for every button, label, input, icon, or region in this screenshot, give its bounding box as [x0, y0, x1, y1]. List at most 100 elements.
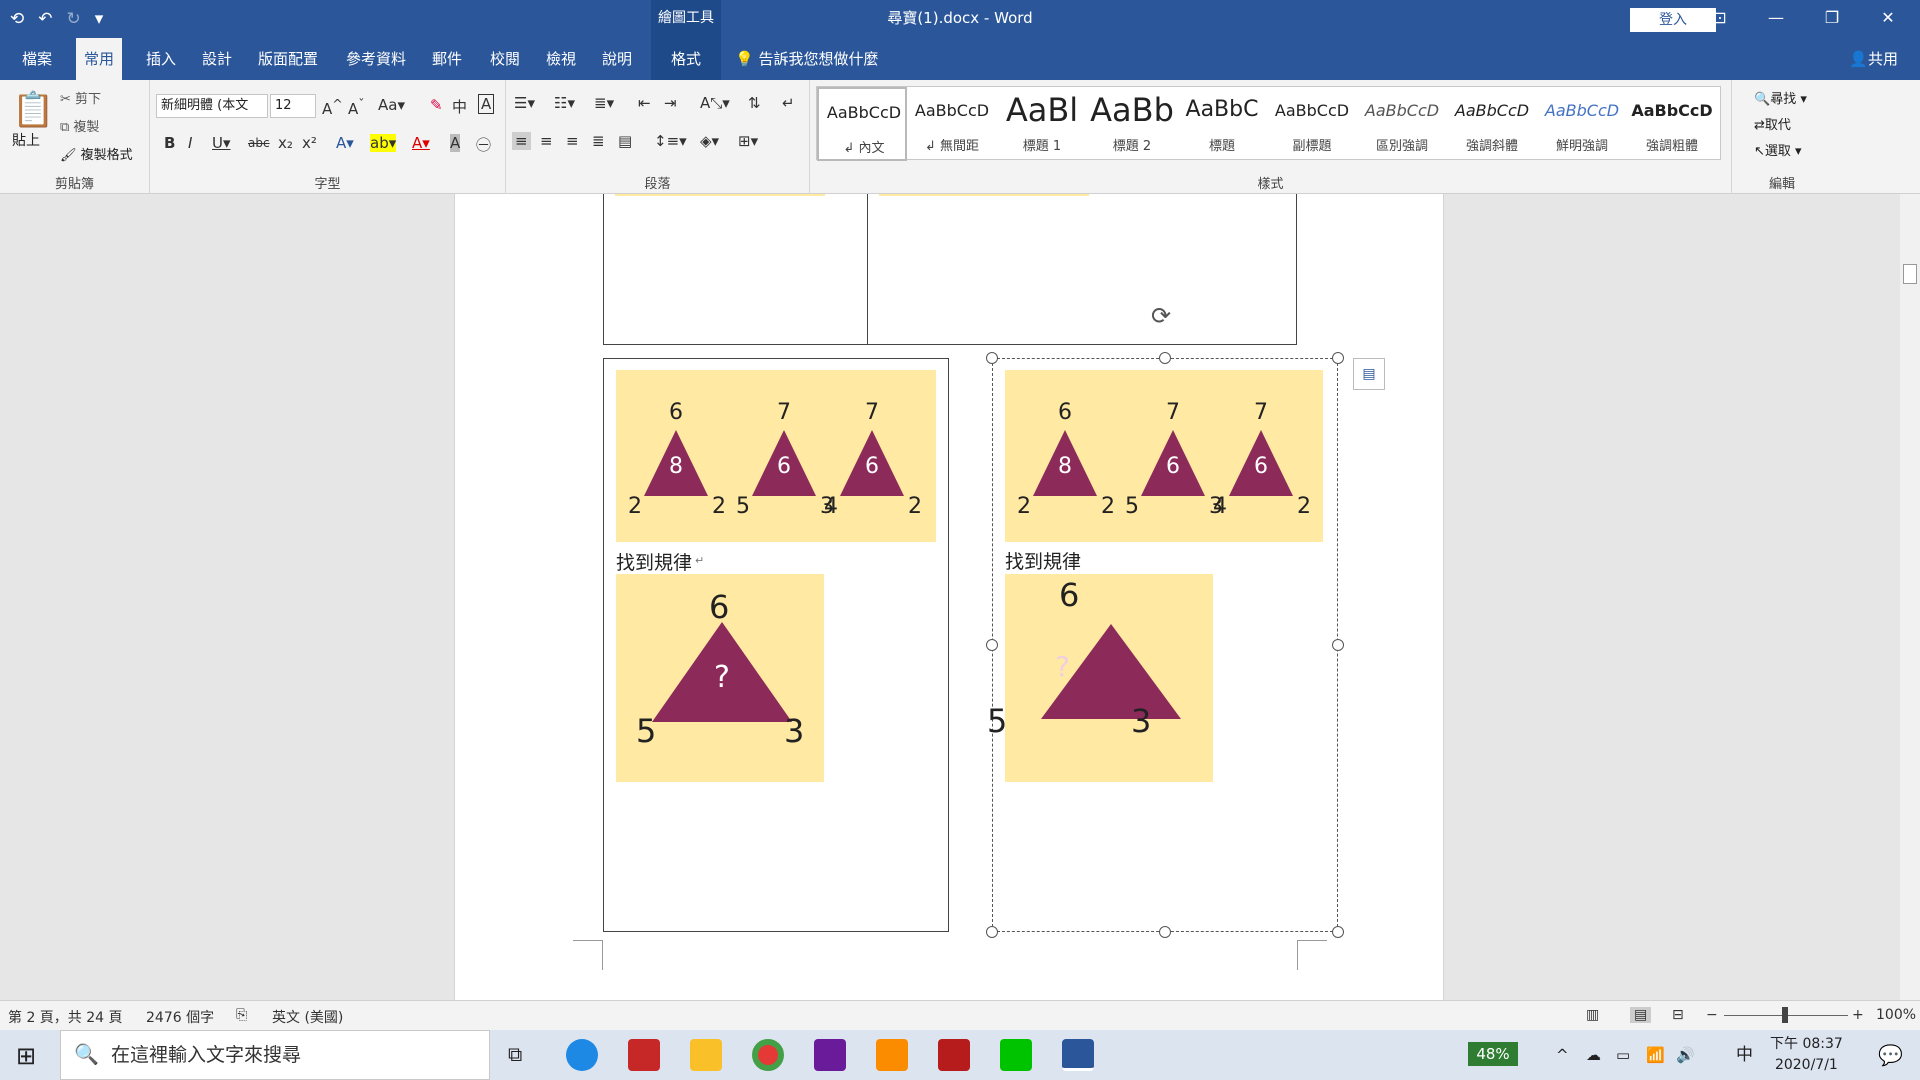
document-page[interactable]: 6 8 2 2 7 6 5 3 7 6 4 2 找到規律 ↵ 6 ? 5 3 6 8 2 2 7 6 5 3 7 6 4 2…: [454, 194, 1444, 1000]
change-case-icon[interactable]: Aa▾: [378, 96, 405, 114]
highlight-icon[interactable]: ab▾: [370, 134, 397, 152]
subscript-icon[interactable]: x₂: [278, 134, 293, 152]
resize-handle[interactable]: [986, 639, 998, 651]
resize-handle[interactable]: [1332, 352, 1344, 364]
paste-icon[interactable]: 📋: [12, 90, 54, 130]
battery-icon[interactable]: ▭: [1616, 1030, 1630, 1080]
clock[interactable]: 下午 08:37 2020/7/1: [1770, 1034, 1843, 1076]
style-heading2[interactable]: AaBb 標題 2: [1087, 87, 1177, 161]
resize-handle[interactable]: [986, 926, 998, 938]
resize-handle[interactable]: [1159, 352, 1171, 364]
align-right-icon[interactable]: ≡: [566, 132, 579, 150]
resize-handle[interactable]: [1332, 926, 1344, 938]
format-painter-button[interactable]: 🖌 複製格式: [60, 144, 133, 163]
tab-insert[interactable]: 插入: [138, 38, 184, 80]
underline-icon[interactable]: U▾: [212, 134, 231, 152]
superscript-icon[interactable]: x²: [302, 134, 317, 152]
strikethrough-icon[interactable]: abc: [248, 136, 270, 150]
zoom-out-icon[interactable]: −: [1706, 1007, 1718, 1023]
align-left-icon[interactable]: ≡: [512, 132, 531, 150]
style-normal[interactable]: AaBbCcD ↲ 內文: [817, 87, 907, 161]
zoom-in-icon[interactable]: +: [1852, 1007, 1864, 1023]
zoom-level[interactable]: 100%: [1876, 1007, 1916, 1023]
numbering-icon[interactable]: ☷▾: [554, 94, 575, 112]
sort-icon[interactable]: ⇅: [748, 94, 761, 112]
font-size-select[interactable]: 12: [270, 94, 316, 118]
font-color-icon[interactable]: A▾: [412, 134, 430, 152]
ribbon-display-icon[interactable]: ⊡: [1692, 0, 1748, 38]
phonetic-guide-icon[interactable]: 中: [452, 96, 467, 117]
tab-review[interactable]: 校閱: [482, 38, 528, 80]
enclose-characters-icon[interactable]: ㊀: [476, 134, 491, 155]
line-spacing-icon[interactable]: ↕≡▾: [654, 132, 687, 150]
text-effects-icon[interactable]: A▾: [336, 134, 354, 152]
select-button[interactable]: ↖選取 ▾: [1754, 140, 1802, 159]
document-canvas[interactable]: 6 8 2 2 7 6 5 3 7 6 4 2 找到規律 ↵ 6 ? 5 3 6 8 2 2 7 6 5 3 7 6 4 2…: [0, 194, 1900, 1000]
shading-icon[interactable]: ◈▾: [700, 132, 719, 150]
style-subtle-emphasis[interactable]: AaBbCcD 區別強調: [1357, 87, 1447, 161]
bullets-icon[interactable]: ☰▾: [514, 94, 535, 112]
zoom-slider-thumb[interactable]: [1782, 1007, 1788, 1023]
proofing-icon[interactable]: ⎘: [236, 1007, 247, 1023]
clear-format-icon[interactable]: ✎: [430, 96, 443, 114]
style-no-spacing[interactable]: AaBbCcD ↲ 無間距: [907, 87, 997, 161]
style-heading1[interactable]: AaBl 標題 1: [997, 87, 1087, 161]
puzzle-image[interactable]: 6 ? 5 3: [616, 574, 824, 782]
tab-view[interactable]: 檢視: [538, 38, 584, 80]
find-button[interactable]: 🔍尋找 ▾: [1754, 88, 1807, 107]
increase-indent-icon[interactable]: ⇥: [664, 94, 677, 112]
wifi-icon[interactable]: 📶: [1646, 1030, 1665, 1080]
vertical-scrollbar[interactable]: [1900, 194, 1920, 1000]
distributed-icon[interactable]: ▤: [618, 132, 632, 150]
autosave-icon[interactable]: ⟲: [10, 9, 24, 29]
battery-widget[interactable]: 48%: [1468, 1042, 1518, 1066]
share-button[interactable]: 👤共用: [1849, 38, 1898, 80]
onedrive-icon[interactable]: ☁: [1586, 1030, 1601, 1080]
scroll-thumb[interactable]: [1903, 264, 1917, 284]
bold-icon[interactable]: B: [164, 134, 175, 152]
app-icon[interactable]: [876, 1039, 908, 1071]
style-strong[interactable]: AaBbCcD 強調粗體: [1627, 87, 1717, 161]
style-emphasis[interactable]: AaBbCcD 強調斜體: [1447, 87, 1537, 161]
font-name-select[interactable]: 新細明體 (本文: [156, 94, 268, 118]
asian-layout-icon[interactable]: A⤡▾: [700, 94, 730, 112]
grow-font-icon[interactable]: A^: [322, 96, 343, 118]
mcafee-icon[interactable]: [628, 1039, 660, 1071]
notification-icon[interactable]: 💬: [1878, 1030, 1903, 1080]
tab-file[interactable]: 檔案: [14, 38, 60, 80]
tab-home[interactable]: 常用: [76, 38, 123, 80]
puzzle-image-2[interactable]: 6 ? 5 3: [987, 574, 1213, 782]
task-view-icon[interactable]: ⧉: [508, 1042, 522, 1066]
ime-indicator[interactable]: 中: [1736, 1030, 1753, 1080]
shrink-font-icon[interactable]: Aˇ: [348, 96, 365, 118]
chrome-icon[interactable]: [752, 1039, 784, 1071]
undo-icon[interactable]: ↶: [38, 9, 52, 29]
windows-start-icon[interactable]: ⊞: [16, 1042, 36, 1070]
app-icon[interactable]: [814, 1039, 846, 1071]
tell-me-search[interactable]: 💡 告訴我您想做什麼: [735, 38, 878, 80]
word-count[interactable]: 2476 個字: [146, 1007, 214, 1027]
volume-icon[interactable]: 🔊: [1676, 1030, 1695, 1080]
layout-options-icon[interactable]: ▤: [1353, 358, 1385, 390]
cut-button[interactable]: ✂ 剪下: [60, 88, 101, 107]
tray-chevron-icon[interactable]: ^: [1556, 1030, 1569, 1080]
word-taskbar-icon[interactable]: [1062, 1039, 1094, 1071]
style-title[interactable]: AaBbC 標題: [1177, 87, 1267, 161]
replace-button[interactable]: ⇄取代: [1754, 114, 1791, 133]
tab-references[interactable]: 參考資料: [338, 38, 414, 80]
style-subtitle[interactable]: AaBbCcD 副標題: [1267, 87, 1357, 161]
multilevel-list-icon[interactable]: ≣▾: [594, 94, 614, 112]
web-layout-icon[interactable]: ⊟: [1672, 1007, 1684, 1023]
line-icon[interactable]: [1000, 1039, 1032, 1071]
file-explorer-icon[interactable]: [690, 1039, 722, 1071]
borders-icon[interactable]: ⊞▾: [738, 132, 758, 150]
taskbar-search[interactable]: 在這裡輸入文字來搜尋: [60, 1030, 490, 1080]
language-indicator[interactable]: 英文 (美國): [272, 1007, 343, 1027]
restore-icon[interactable]: ❐: [1804, 0, 1860, 38]
close-icon[interactable]: ✕: [1860, 0, 1916, 38]
edge-icon[interactable]: [566, 1039, 598, 1071]
justify-icon[interactable]: ≣: [592, 132, 605, 150]
resize-handle[interactable]: [1159, 926, 1171, 938]
print-layout-icon[interactable]: ▤: [1630, 1007, 1652, 1023]
show-marks-icon[interactable]: ↵: [782, 94, 795, 112]
